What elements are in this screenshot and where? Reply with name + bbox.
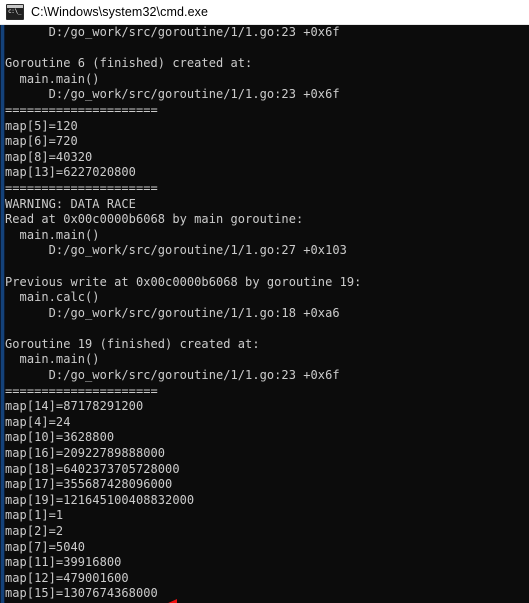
console-icon: [6, 4, 24, 20]
console-line: map[1]=1: [5, 508, 64, 523]
console-line: D:/go_work/src/goroutine/1/1.go:23 +0x6f: [5, 368, 340, 383]
console-output-area[interactable]: D:/go_work/src/goroutine/1/1.go:23 +0x6f…: [0, 25, 529, 603]
console-line: =====================: [5, 180, 158, 195]
console-line: main.main(): [5, 352, 100, 367]
console-line: map[15]=1307674368000: [5, 586, 158, 601]
console-line: map[14]=87178291200: [5, 399, 144, 414]
console-line: map[10]=3628800: [5, 430, 115, 445]
console-line: main.calc(): [5, 290, 100, 305]
console-line: map[12]=479001600: [5, 570, 129, 585]
console-line: map[6]=720: [5, 134, 78, 149]
console-line: WARNING: DATA RACE: [5, 196, 136, 211]
console-line: map[19]=121645100408832000: [5, 492, 195, 507]
window-title: C:\Windows\system32\cmd.exe: [31, 5, 209, 19]
console-line: main.main(): [5, 71, 100, 86]
console-line: map[16]=20922789888000: [5, 446, 166, 461]
console-line: map[5]=120: [5, 118, 78, 133]
console-line: map[11]=39916800: [5, 555, 122, 570]
console-line: map[2]=2: [5, 524, 64, 538]
cmd-console-window: C:\Windows\system32\cmd.exe D:/go_work/s…: [0, 0, 529, 603]
console-line: Goroutine 19 (finished) created at:: [5, 336, 260, 351]
console-line: map[8]=40320: [5, 149, 93, 164]
console-line: D:/go_work/src/goroutine/1/1.go:23 +0x6f: [5, 87, 340, 102]
console-line: map[4]=24: [5, 414, 71, 429]
console-text: D:/go_work/src/goroutine/1/1.go:23 +0x6f…: [5, 25, 529, 603]
console-line: Previous write at 0x00c0000b6068 by goro…: [5, 274, 362, 289]
console-line: map[7]=5040: [5, 539, 86, 554]
scrollbar-thumb[interactable]: [1, 25, 4, 603]
console-line: =====================: [5, 102, 158, 117]
title-bar[interactable]: C:\Windows\system32\cmd.exe: [0, 0, 529, 25]
console-line: Goroutine 6 (finished) created at:: [5, 56, 253, 71]
console-line: D:/go_work/src/goroutine/1/1.go:23 +0x6f: [5, 25, 340, 39]
console-line: Read at 0x00c0000b6068 by main goroutine…: [5, 212, 304, 227]
console-line: D:/go_work/src/goroutine/1/1.go:18 +0xa6: [5, 305, 340, 320]
console-line: =====================: [5, 383, 158, 398]
console-line: map[17]=355687428096000: [5, 477, 173, 492]
console-line: D:/go_work/src/goroutine/1/1.go:27 +0x10…: [5, 243, 347, 258]
console-line: main.main(): [5, 227, 100, 242]
console-line: map[18]=6402373705728000: [5, 461, 180, 476]
console-line: map[13]=6227020800: [5, 165, 136, 180]
